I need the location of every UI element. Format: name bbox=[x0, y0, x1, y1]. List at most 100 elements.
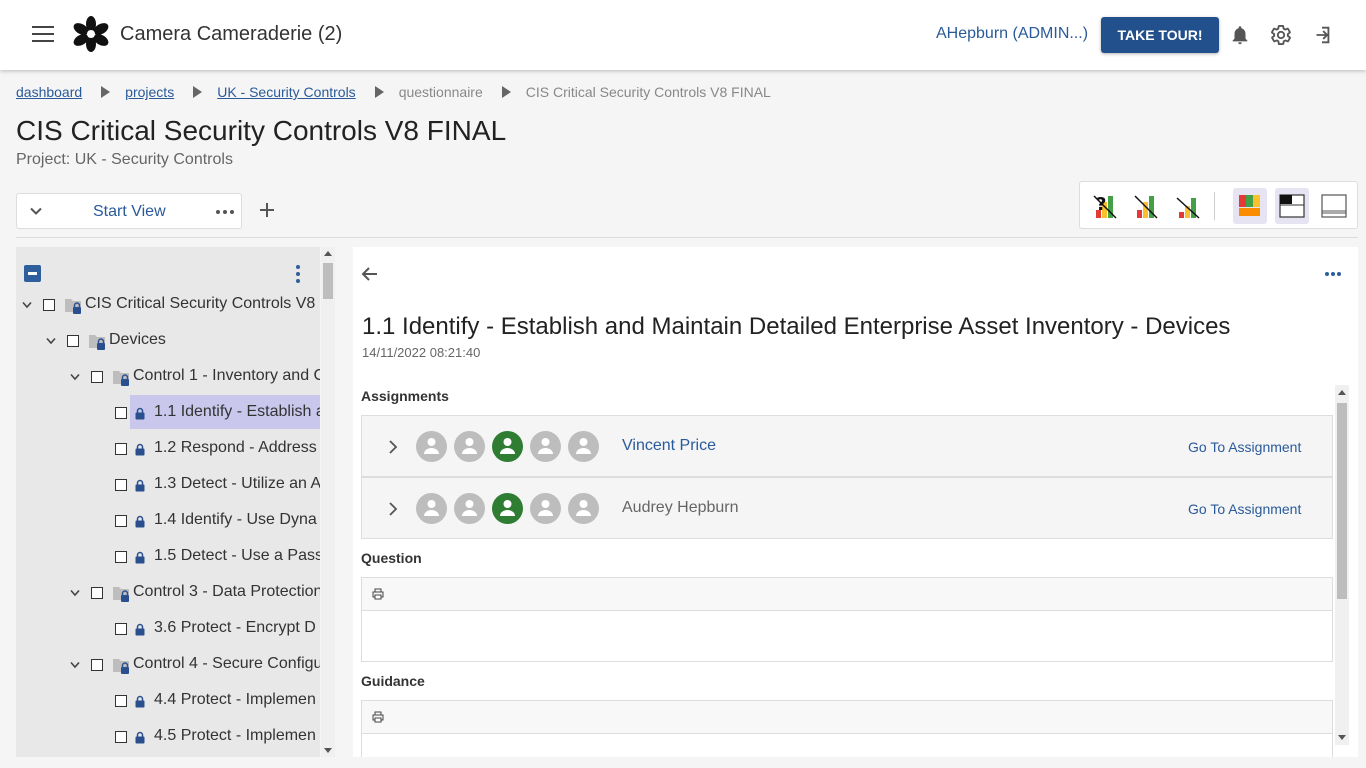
locked-folder-icon bbox=[113, 587, 129, 602]
breadcrumb-dashboard[interactable]: dashboard bbox=[16, 84, 82, 100]
person-icon bbox=[424, 500, 439, 516]
chevron-right-icon[interactable] bbox=[388, 502, 398, 516]
person-icon bbox=[576, 438, 591, 454]
tree-checkbox[interactable] bbox=[115, 623, 127, 635]
assignee-name[interactable]: Vincent Price bbox=[622, 437, 716, 455]
detail-scrollbar[interactable] bbox=[1335, 385, 1349, 745]
tree-node[interactable]: Control 4 - Secure Configu bbox=[16, 647, 320, 683]
more-horizontal-icon[interactable] bbox=[1325, 272, 1341, 276]
assignment-row[interactable]: Audrey Hepburn Go To Assignment bbox=[361, 477, 1333, 539]
tree-node[interactable]: 1.5 Detect - Use a Pass bbox=[16, 539, 320, 575]
tree-node[interactable]: 3.6 Protect - Encrypt D bbox=[16, 611, 320, 647]
tree-checkbox[interactable] bbox=[115, 479, 127, 491]
menu-icon[interactable] bbox=[32, 26, 54, 44]
assignments-heading: Assignments bbox=[361, 388, 449, 404]
tree-node[interactable]: Devices bbox=[16, 323, 320, 359]
app-header: Camera Cameraderie (2) AHepburn (ADMIN..… bbox=[0, 0, 1366, 70]
status-help-chart-icon[interactable]: ? bbox=[1088, 188, 1122, 224]
workflow-step-avatar bbox=[568, 493, 599, 524]
chevron-down-icon[interactable] bbox=[46, 337, 56, 345]
more-horizontal-icon[interactable] bbox=[216, 210, 234, 214]
chevron-down-icon[interactable] bbox=[70, 661, 80, 669]
tree-checkbox[interactable] bbox=[91, 371, 103, 383]
tree-scrollbar[interactable] bbox=[321, 247, 335, 757]
breadcrumb-current: CIS Critical Security Controls V8 FINAL bbox=[525, 84, 771, 100]
color-blocks-icon[interactable] bbox=[1233, 188, 1267, 224]
breadcrumb: dashboard projects UK - Security Control… bbox=[16, 84, 771, 100]
more-vertical-icon[interactable] bbox=[296, 265, 300, 283]
lock-icon bbox=[135, 695, 145, 708]
tree-node[interactable]: CIS Critical Security Controls V8 bbox=[16, 287, 320, 323]
user-menu-link[interactable]: AHepburn (ADMIN...) bbox=[936, 25, 1088, 43]
person-icon bbox=[538, 500, 553, 516]
tree-checkbox[interactable] bbox=[91, 587, 103, 599]
lock-icon bbox=[135, 551, 145, 564]
scroll-up-icon[interactable] bbox=[1338, 390, 1346, 395]
chevron-down-icon[interactable] bbox=[70, 589, 80, 597]
tree-checkbox[interactable] bbox=[115, 551, 127, 563]
question-editor[interactable] bbox=[361, 577, 1333, 662]
scroll-thumb[interactable] bbox=[323, 263, 333, 299]
tree-node[interactable]: 4.4 Protect - Implemen bbox=[16, 683, 320, 719]
tree-node[interactable]: 4.5 Protect - Implemen bbox=[16, 719, 320, 755]
breadcrumb-questionnaire: questionnaire bbox=[398, 84, 483, 100]
tree-checkbox[interactable] bbox=[67, 335, 79, 347]
go-to-assignment-link[interactable]: Go To Assignment bbox=[1188, 439, 1301, 455]
tree-node[interactable]: 1.2 Respond - Address bbox=[16, 431, 320, 467]
svg-text:?: ? bbox=[1096, 194, 1106, 215]
lock-icon bbox=[135, 479, 145, 492]
chevron-right-icon[interactable] bbox=[388, 440, 398, 454]
tree-node[interactable]: 1.1 Identify - Establish and Maintain bbox=[16, 395, 320, 431]
panel-layout-icon[interactable] bbox=[1317, 188, 1351, 224]
scroll-down-icon[interactable] bbox=[324, 748, 332, 753]
add-icon[interactable] bbox=[258, 201, 276, 219]
assignment-row[interactable]: Vincent Price Go To Assignment bbox=[361, 415, 1333, 477]
lock-icon bbox=[135, 731, 145, 744]
breadcrumb-projects[interactable]: projects bbox=[125, 84, 174, 100]
tree-node-label: 1.2 Respond - Address bbox=[154, 439, 317, 456]
lock-icon bbox=[135, 515, 145, 528]
tree-node[interactable]: Control 3 - Data Protection bbox=[16, 575, 320, 611]
tree-node[interactable]: 1.4 Identify - Use Dyna bbox=[16, 503, 320, 539]
tree-checkbox[interactable] bbox=[43, 299, 55, 311]
print-icon[interactable] bbox=[372, 588, 384, 600]
tree-checkbox[interactable] bbox=[91, 659, 103, 671]
breadcrumb-project[interactable]: UK - Security Controls bbox=[217, 84, 355, 100]
gear-icon[interactable] bbox=[1270, 24, 1292, 46]
person-icon bbox=[500, 500, 515, 516]
assignee-name: Audrey Hepburn bbox=[622, 499, 739, 516]
collapse-all-button[interactable] bbox=[24, 265, 41, 282]
lock-icon bbox=[135, 443, 145, 456]
bell-icon[interactable] bbox=[1229, 24, 1251, 46]
status-chart-icon[interactable] bbox=[1129, 188, 1163, 224]
progress-chart-icon[interactable] bbox=[1171, 188, 1205, 224]
person-icon bbox=[576, 500, 591, 516]
tree-node-label: 4.5 Protect - Implemen bbox=[154, 727, 316, 744]
logout-icon[interactable] bbox=[1311, 24, 1333, 46]
detail-panel: 1.1 Identify - Establish and Maintain De… bbox=[353, 247, 1358, 757]
view-selector[interactable]: Start View bbox=[16, 193, 242, 229]
scroll-down-icon[interactable] bbox=[1338, 735, 1346, 740]
back-arrow-icon[interactable] bbox=[361, 265, 379, 283]
item-title: 1.1 Identify - Establish and Maintain De… bbox=[362, 313, 1231, 340]
tree-node[interactable]: 1.3 Detect - Utilize an A bbox=[16, 467, 320, 503]
chevron-down-icon[interactable] bbox=[70, 373, 80, 381]
print-icon[interactable] bbox=[372, 711, 384, 723]
breadcrumb-separator-icon bbox=[374, 86, 384, 98]
tree-checkbox[interactable] bbox=[115, 407, 127, 419]
tree-node[interactable]: Control 1 - Inventory and C bbox=[16, 359, 320, 395]
editor-toolbar bbox=[362, 578, 1332, 611]
guidance-editor[interactable] bbox=[361, 700, 1333, 757]
scroll-thumb[interactable] bbox=[1337, 403, 1347, 599]
take-tour-button[interactable]: TAKE TOUR! bbox=[1101, 17, 1219, 53]
tree-panel: CIS Critical Security Controls V8 Devices… bbox=[16, 247, 320, 757]
tree-checkbox[interactable] bbox=[115, 695, 127, 707]
chevron-down-icon[interactable] bbox=[22, 301, 32, 309]
tree-checkbox[interactable] bbox=[115, 443, 127, 455]
editor-toolbar bbox=[362, 701, 1332, 734]
go-to-assignment-link[interactable]: Go To Assignment bbox=[1188, 501, 1301, 517]
tree-checkbox[interactable] bbox=[115, 731, 127, 743]
scroll-up-icon[interactable] bbox=[324, 251, 332, 256]
split-layout-icon[interactable] bbox=[1275, 188, 1309, 224]
tree-checkbox[interactable] bbox=[115, 515, 127, 527]
